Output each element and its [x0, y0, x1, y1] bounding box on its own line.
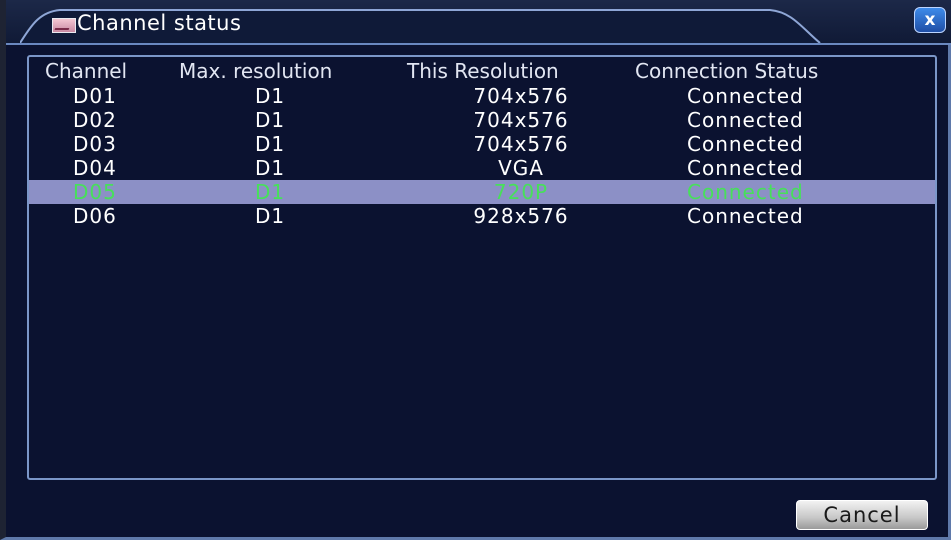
cell-this-resolution: 928x576	[473, 204, 569, 228]
channel-status-dialog: Channel status x Channel Max. resolution…	[0, 0, 951, 540]
cell-max-resolution: D1	[255, 132, 286, 156]
cell-channel: D03	[73, 132, 117, 156]
cell-this-resolution: 704x576	[473, 84, 569, 108]
cell-channel: D04	[73, 156, 117, 180]
image-icon	[52, 18, 76, 33]
close-button[interactable]: x	[914, 7, 946, 33]
column-header-channel: Channel	[45, 59, 128, 83]
cell-channel: D02	[73, 108, 117, 132]
table-row[interactable]: D01 D1 704x576 Connected	[29, 84, 935, 108]
title-bar: Channel status x	[6, 0, 951, 45]
cell-this-resolution: VGA	[498, 156, 544, 180]
column-header-max-resolution: Max. resolution	[179, 59, 333, 83]
cell-channel: D06	[73, 204, 117, 228]
cell-connection-status: Connected	[687, 204, 804, 228]
cell-connection-status: Connected	[687, 108, 804, 132]
table-row[interactable]: D04 D1 VGA Connected	[29, 156, 935, 180]
table-header: Channel Max. resolution This Resolution …	[29, 59, 935, 84]
cell-channel: D01	[73, 84, 117, 108]
cancel-button[interactable]: Cancel	[796, 500, 928, 530]
cell-max-resolution: D1	[255, 108, 286, 132]
dialog-title: Channel status	[77, 11, 242, 35]
table-row[interactable]: D05 D1 720P Connected	[29, 180, 935, 204]
cell-max-resolution: D1	[255, 84, 286, 108]
channel-table: Channel Max. resolution This Resolution …	[27, 55, 937, 480]
cell-this-resolution: 704x576	[473, 108, 569, 132]
column-header-this-resolution: This Resolution	[407, 59, 559, 83]
table-row[interactable]: D02 D1 704x576 Connected	[29, 108, 935, 132]
cell-connection-status: Connected	[687, 132, 804, 156]
cell-this-resolution: 720P	[493, 180, 549, 204]
cell-max-resolution: D1	[255, 156, 286, 180]
cell-this-resolution: 704x576	[473, 132, 569, 156]
cell-channel: D05	[73, 180, 117, 204]
cell-max-resolution: D1	[255, 180, 286, 204]
table-row[interactable]: D03 D1 704x576 Connected	[29, 132, 935, 156]
cell-connection-status: Connected	[687, 156, 804, 180]
close-icon: x	[924, 10, 936, 30]
column-header-connection-status: Connection Status	[635, 59, 819, 83]
table-row[interactable]: D06 D1 928x576 Connected	[29, 204, 935, 228]
cell-connection-status: Connected	[687, 84, 804, 108]
cell-connection-status: Connected	[687, 180, 804, 204]
cell-max-resolution: D1	[255, 204, 286, 228]
